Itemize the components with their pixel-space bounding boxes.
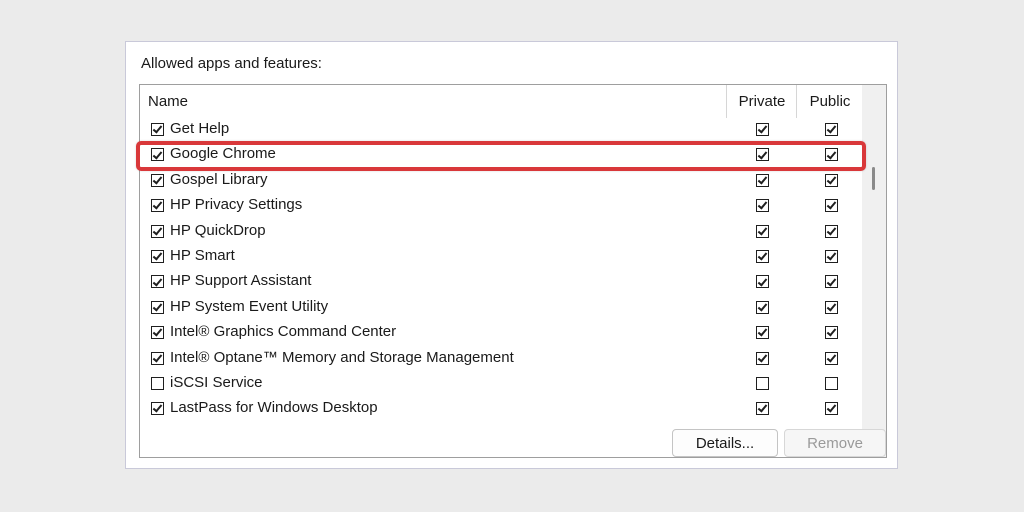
public-checkbox[interactable] [825, 224, 838, 238]
app-name-label: Intel® Graphics Command Center [170, 323, 397, 341]
enable-checkbox[interactable] [151, 351, 164, 365]
enable-checkbox[interactable] [151, 326, 164, 340]
private-checkbox[interactable] [756, 275, 769, 289]
private-checkbox[interactable] [756, 173, 769, 187]
table-row[interactable]: Intel® Optane™ Memory and Storage Manage… [140, 347, 862, 372]
table-row[interactable]: HP Smart [140, 245, 862, 270]
table-row[interactable]: HP Privacy Settings [140, 194, 862, 219]
app-name-label: HP QuickDrop [170, 221, 266, 239]
table-row[interactable]: HP QuickDrop [140, 220, 862, 245]
enable-checkbox[interactable] [151, 376, 164, 390]
private-checkbox[interactable] [756, 249, 769, 263]
app-name-label: Intel® Optane™ Memory and Storage Manage… [170, 348, 514, 366]
app-name-label: Get Help [170, 120, 230, 137]
column-header-private[interactable]: Private [726, 85, 797, 118]
app-name-label: Gospel Library [170, 170, 268, 188]
table-row[interactable]: Intel® Graphics Command Center [140, 321, 862, 346]
table-row[interactable]: LastPass for Windows Desktop [140, 397, 862, 422]
private-checkbox[interactable] [756, 402, 769, 416]
private-checkbox[interactable] [756, 376, 769, 390]
enable-checkbox[interactable] [151, 275, 164, 289]
enable-checkbox[interactable] [151, 224, 164, 238]
app-name-label: LastPass for Windows Desktop [170, 399, 378, 417]
allowed-apps-dialog: Allowed apps and features: Name Private … [125, 41, 898, 469]
private-checkbox[interactable] [756, 199, 769, 213]
private-checkbox[interactable] [756, 123, 769, 136]
public-checkbox[interactable] [825, 326, 838, 340]
table-row[interactable]: HP Support Assistant [140, 270, 862, 295]
public-checkbox[interactable] [825, 123, 838, 136]
public-checkbox[interactable] [825, 173, 838, 187]
highlight-annotation-box [136, 141, 866, 171]
enable-checkbox[interactable] [151, 199, 164, 213]
table-row[interactable]: iSCSI Service [140, 372, 862, 397]
app-name-label: HP System Event Utility [170, 297, 329, 315]
section-label: Allowed apps and features: [141, 55, 322, 72]
public-checkbox[interactable] [825, 249, 838, 263]
public-checkbox[interactable] [825, 376, 838, 390]
table-row[interactable]: Gospel Library [140, 169, 862, 194]
scrollbar[interactable] [862, 85, 886, 457]
list-header: Name Private Public [140, 85, 864, 118]
app-name-label: HP Smart [170, 246, 235, 264]
details-button[interactable]: Details... [672, 429, 778, 457]
private-checkbox[interactable] [756, 351, 769, 365]
public-checkbox[interactable] [825, 199, 838, 213]
enable-checkbox[interactable] [151, 249, 164, 263]
column-header-public[interactable]: Public [796, 85, 864, 118]
public-checkbox[interactable] [825, 275, 838, 289]
enable-checkbox[interactable] [151, 300, 164, 314]
public-checkbox[interactable] [825, 300, 838, 314]
public-checkbox[interactable] [825, 402, 838, 416]
enable-checkbox[interactable] [151, 123, 164, 136]
public-checkbox[interactable] [825, 351, 838, 365]
private-checkbox[interactable] [756, 224, 769, 238]
app-name-label: HP Support Assistant [170, 272, 312, 290]
enable-checkbox[interactable] [151, 173, 164, 187]
table-row[interactable]: HP System Event Utility [140, 296, 862, 321]
column-header-name[interactable]: Name [148, 85, 188, 118]
table-row[interactable]: Get Help [140, 118, 862, 143]
remove-button[interactable]: Remove [784, 429, 886, 457]
scrollbar-thumb[interactable] [872, 167, 875, 190]
private-checkbox[interactable] [756, 300, 769, 314]
app-name-label: iSCSI Service [170, 373, 263, 391]
app-name-label: HP Privacy Settings [170, 196, 303, 214]
private-checkbox[interactable] [756, 326, 769, 340]
enable-checkbox[interactable] [151, 402, 164, 416]
